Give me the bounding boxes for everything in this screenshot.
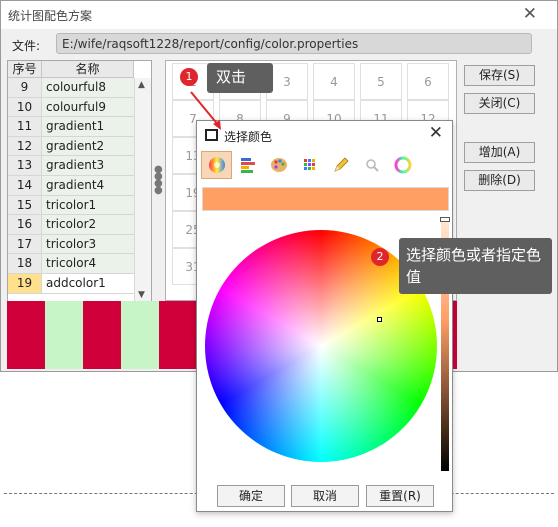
scheme-table: 序号 名称 9 colourful8 10 colourful9 11 gradien… <box>7 60 152 303</box>
table-rows: 9 colourful8 10 colourful9 11 gradient1 12 g… <box>8 78 134 294</box>
row-number: 13 <box>8 156 42 175</box>
swatches-icon[interactable] <box>232 151 263 179</box>
table-row[interactable]: 18 tricolor4 <box>8 254 134 274</box>
strip-color-band <box>45 301 83 369</box>
table-row[interactable]: 16 tricolor2 <box>8 215 134 235</box>
callout-badge-2: 2 <box>371 248 389 266</box>
hsv-ring-icon[interactable] <box>387 151 418 179</box>
grid-cell[interactable]: 6 <box>407 63 449 100</box>
color-preview <box>202 187 449 211</box>
row-number: 9 <box>8 78 42 97</box>
row-number: 19 <box>8 273 42 293</box>
row-name: tricolor4 <box>42 254 134 273</box>
row-name: gradient2 <box>42 136 134 156</box>
reset-button[interactable]: 重置(R) <box>366 485 434 507</box>
row-number: 12 <box>8 136 42 156</box>
table-row[interactable]: 17 tricolor3 <box>8 234 134 255</box>
row-number: 17 <box>8 234 42 254</box>
delete-button[interactable]: 删除(D) <box>464 170 535 191</box>
row-number: 10 <box>8 97 42 117</box>
row-name: tricolor3 <box>42 234 134 254</box>
table-row[interactable]: 15 tricolor1 <box>8 195 134 216</box>
add-button[interactable]: 增加(A) <box>464 142 535 163</box>
title-bar: 统计图配色方案 ✕ <box>1 1 557 29</box>
close-icon[interactable]: ✕ <box>523 4 537 24</box>
scroll-up-icon[interactable]: ▲ <box>138 80 145 90</box>
callout-arrow <box>190 91 221 130</box>
strip-color-band <box>83 301 121 369</box>
row-name: addcolor1 <box>42 273 134 293</box>
save-button[interactable]: 保存(S) <box>464 65 535 86</box>
row-number: 14 <box>8 175 42 195</box>
brightness-slider-knob[interactable] <box>440 217 450 222</box>
ok-button[interactable]: 确定 <box>217 485 285 507</box>
header-name: 名称 <box>42 61 134 78</box>
table-scrollbar[interactable]: ▲ ▼ <box>134 78 151 302</box>
callout-tip-2: 选择颜色或者指定色值 <box>399 238 552 294</box>
eyedropper-icon[interactable] <box>356 151 387 179</box>
splitter-handle[interactable]: ● ● ● ● <box>154 165 163 196</box>
palette-icon[interactable] <box>263 151 294 179</box>
scroll-down-icon[interactable]: ▼ <box>138 290 145 300</box>
cancel-button[interactable]: 取消 <box>291 485 359 507</box>
color-picker-marker[interactable] <box>377 317 382 322</box>
strip-color-band <box>7 301 45 369</box>
color-chooser-dialog: 选择颜色 ✕ 确定 取消 重置(R) <box>196 120 453 512</box>
row-name: gradient3 <box>42 156 134 175</box>
row-name: colourful8 <box>42 78 134 97</box>
callout-badge-1: 1 <box>180 68 198 86</box>
row-number: 15 <box>8 195 42 215</box>
window-title: 统计图配色方案 <box>8 9 93 23</box>
row-number: 18 <box>8 254 42 273</box>
row-number: 11 <box>8 117 42 136</box>
row-name: tricolor2 <box>42 215 134 234</box>
row-name: colourful9 <box>42 97 134 117</box>
strip-color-band <box>121 301 159 369</box>
grid-cell[interactable]: 4 <box>313 63 355 100</box>
grid-cell[interactable]: 5 <box>360 63 402 100</box>
dialog-title: 选择颜色 <box>224 130 273 144</box>
row-name: gradient1 <box>42 117 134 136</box>
file-label: 文件: <box>12 39 41 53</box>
strip-color-band <box>159 301 197 369</box>
row-number: 16 <box>8 215 42 234</box>
screen: 统计图配色方案 ✕ 文件: E:/wife/raqsoft1228/report… <box>0 0 558 527</box>
table-row[interactable]: 10 colourful9 <box>8 97 134 118</box>
color-grid-icon[interactable] <box>294 151 325 179</box>
header-number: 序号 <box>8 61 42 78</box>
table-row[interactable]: 14 gradient4 <box>8 175 134 196</box>
color-wheel-icon[interactable] <box>201 151 232 179</box>
table-row[interactable]: 13 gradient3 <box>8 156 134 176</box>
callout-tip-1: 双击 <box>207 63 273 93</box>
pencil-icon[interactable] <box>325 151 356 179</box>
file-path-field[interactable]: E:/wife/raqsoft1228/report/config/color.… <box>56 33 532 54</box>
color-mode-tabs <box>201 151 449 179</box>
row-name: gradient4 <box>42 175 134 195</box>
dialog-close-icon[interactable]: ✕ <box>429 123 443 143</box>
table-row[interactable]: 9 colourful8 <box>8 78 134 98</box>
close-button[interactable]: 关闭(C) <box>464 93 535 114</box>
table-header: 序号 名称 <box>8 61 134 78</box>
table-row[interactable]: 12 gradient2 <box>8 136 134 157</box>
table-row[interactable]: 11 gradient1 <box>8 117 134 137</box>
row-name: tricolor1 <box>42 195 134 215</box>
table-row-selected[interactable]: 19 addcolor1 <box>8 273 134 294</box>
